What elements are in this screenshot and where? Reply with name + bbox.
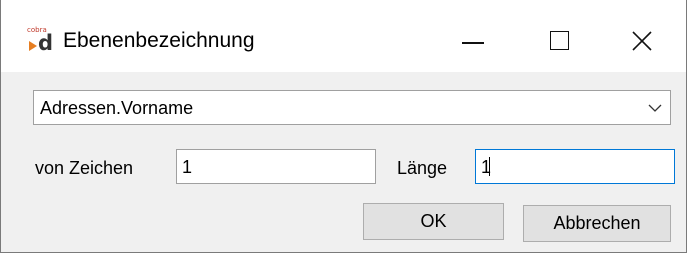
maximize-button[interactable] — [536, 18, 594, 62]
ok-button[interactable]: OK — [363, 203, 504, 240]
minimize-icon — [462, 42, 484, 44]
text-caret — [489, 157, 490, 176]
chevron-down-icon[interactable] — [648, 103, 662, 113]
icon-letter: d — [38, 31, 54, 55]
von-zeichen-input[interactable]: 1 — [176, 149, 376, 184]
layer-field-combobox[interactable]: Adressen.Vorname — [33, 90, 671, 125]
laenge-input[interactable]: 1 — [475, 149, 675, 184]
maximize-icon — [550, 31, 569, 50]
window-title: Ebenenbezeichnung — [63, 29, 255, 52]
von-zeichen-value: 1 — [182, 157, 193, 177]
icon-triangle — [29, 41, 37, 51]
minimize-button[interactable] — [441, 18, 499, 62]
cancel-button[interactable]: Abbrechen — [523, 205, 671, 242]
combobox-value: Adressen.Vorname — [40, 98, 194, 118]
laenge-label: Länge — [397, 158, 448, 178]
close-icon — [632, 31, 652, 51]
von-zeichen-label: von Zeichen — [35, 158, 134, 178]
title-bar: cobra d Ebenenbezeichnung — [1, 0, 686, 72]
cobra-d-icon: cobra d — [27, 26, 61, 54]
close-button[interactable] — [621, 18, 679, 62]
dialog-window: cobra d Ebenenbezeichnung Adressen.Vorna… — [0, 0, 687, 253]
